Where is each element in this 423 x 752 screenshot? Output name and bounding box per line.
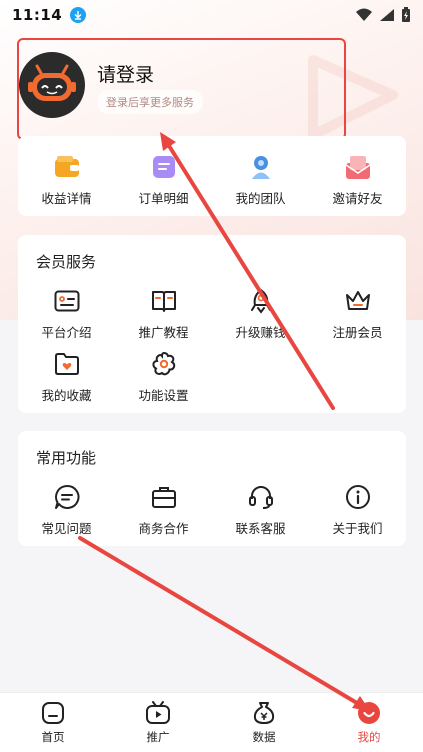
id-card-icon	[53, 287, 81, 315]
function-label: 常见问题	[41, 521, 92, 536]
crown-icon	[344, 287, 372, 315]
nav-label: 我的	[357, 730, 381, 744]
quick-action-orders[interactable]: 订单明细	[115, 153, 212, 207]
upgrade-earn-item[interactable]: 升级赚钱	[212, 287, 309, 341]
function-label: 关于我们	[332, 521, 383, 536]
service-label: 功能设置	[138, 388, 189, 403]
nav-data[interactable]: 数据	[229, 701, 299, 745]
tv-play-icon	[146, 701, 170, 724]
login-title[interactable]: 请登录	[97, 60, 154, 87]
annotation-arrow-to-mine-tab	[78, 536, 370, 711]
nav-label: 数据	[252, 730, 276, 744]
member-services-card: 会员服务 平台介绍 推广教程 升级赚钱 注册会员 我的收藏 功能设置	[18, 235, 406, 413]
service-label: 我的收藏	[41, 388, 92, 403]
headset-icon	[247, 483, 275, 511]
common-functions-card: 常用功能 常见问题 商务合作 联系客服 关于我们	[18, 431, 406, 546]
chat-bubble-icon	[53, 483, 81, 511]
avatar[interactable]	[19, 52, 85, 118]
gear-flower-icon	[150, 350, 178, 378]
robot-avatar-icon	[28, 64, 76, 101]
signal-icon	[380, 9, 394, 21]
register-member-item[interactable]: 注册会员	[309, 287, 406, 341]
my-favorites-item[interactable]: 我的收藏	[18, 350, 115, 404]
login-subtitle: 登录后享更多服务	[97, 90, 203, 114]
order-list-icon	[150, 153, 178, 181]
wifi-icon	[356, 8, 372, 21]
promo-tutorial-item[interactable]: 推广教程	[115, 287, 212, 341]
nav-label: 首页	[41, 730, 65, 744]
about-us-item[interactable]: 关于我们	[309, 483, 406, 537]
download-icon	[70, 7, 87, 23]
login-profile-card[interactable]: 请登录 登录后享更多服务	[17, 38, 346, 140]
section-title: 会员服务	[36, 253, 97, 271]
status-time: 11:14	[12, 6, 63, 24]
service-label: 推广教程	[138, 325, 189, 340]
battery-charging-icon	[402, 7, 410, 22]
service-label: 平台介绍	[41, 325, 92, 340]
nav-label: 推广	[146, 730, 170, 744]
team-icon	[247, 153, 275, 181]
function-label: 联系客服	[235, 521, 286, 536]
bottom-navigation: 首页 推广 数据 我的	[0, 692, 423, 752]
quick-action-earnings[interactable]: 收益详情	[18, 153, 115, 207]
quick-action-label: 我的团队	[235, 191, 286, 206]
profile-active-icon	[358, 702, 380, 724]
wallet-icon	[53, 153, 81, 181]
money-bag-icon	[253, 702, 275, 724]
invite-envelope-icon	[344, 153, 372, 181]
service-label: 升级赚钱	[235, 325, 286, 340]
quick-action-invite[interactable]: 邀请好友	[309, 153, 406, 207]
nav-home[interactable]: 首页	[18, 701, 88, 745]
nav-mine[interactable]: 我的	[334, 701, 404, 745]
quick-action-label: 收益详情	[41, 191, 92, 206]
function-label: 商务合作	[138, 521, 189, 536]
quick-action-label: 订单明细	[138, 191, 189, 206]
business-coop-item[interactable]: 商务合作	[115, 483, 212, 537]
function-settings-item[interactable]: 功能设置	[115, 350, 212, 404]
service-label: 注册会员	[332, 325, 383, 340]
nav-promote[interactable]: 推广	[123, 701, 193, 745]
info-icon	[344, 483, 372, 511]
quick-action-label: 邀请好友	[332, 191, 383, 206]
faq-item[interactable]: 常见问题	[18, 483, 115, 537]
quick-actions-card: 收益详情 订单明细 我的团队 邀请好友	[18, 136, 406, 216]
heart-folder-icon	[53, 350, 81, 378]
quick-action-team[interactable]: 我的团队	[212, 153, 309, 207]
contact-service-item[interactable]: 联系客服	[212, 483, 309, 537]
platform-intro-item[interactable]: 平台介绍	[18, 287, 115, 341]
home-icon	[42, 702, 64, 724]
rocket-icon	[247, 287, 275, 315]
briefcase-icon	[150, 483, 178, 511]
book-icon	[150, 287, 178, 315]
section-title: 常用功能	[36, 449, 97, 467]
status-bar: 11:14	[0, 0, 423, 30]
